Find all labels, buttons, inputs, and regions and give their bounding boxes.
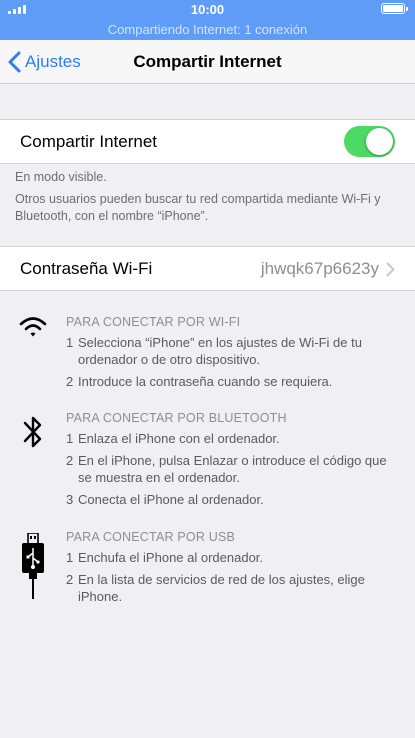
usb-instructions-heading: PARA CONECTAR POR USB	[66, 530, 236, 544]
visibility-note: En modo visible.	[15, 170, 107, 184]
usb-cable-icon	[16, 533, 50, 599]
battery-icon	[381, 3, 408, 14]
bluetooth-instructions-heading: PARA CONECTAR POR BLUETOOTH	[66, 411, 287, 425]
hotspot-toggle-row: Compartir Internet	[0, 119, 415, 164]
bluetooth-icon	[16, 414, 50, 450]
discover-note: Otros usuarios pueden buscar tu red comp…	[15, 192, 381, 223]
wifi-instructions-heading: PARA CONECTAR POR WI-FI	[66, 315, 241, 329]
list-item: 2 En la lista de servicios de red de los …	[66, 572, 365, 604]
chevron-right-icon	[386, 262, 395, 277]
navigation-bar: Ajustes Compartir Internet	[0, 40, 415, 84]
wifi-password-value: jhwqk67p6623y	[260, 258, 379, 278]
list-item: 2 Introduce la contraseña cuando se requi…	[66, 374, 333, 389]
wifi-icon	[16, 314, 50, 340]
hotspot-toggle-switch[interactable]	[344, 126, 395, 157]
wifi-password-row[interactable]: Contraseña Wi-Fi jhwqk67p6623y	[0, 246, 415, 291]
status-bar: 10:00 Compartiendo Internet: 1 conexión	[0, 0, 415, 40]
wifi-password-label: Contraseña Wi-Fi	[20, 258, 153, 278]
hotspot-status-banner[interactable]: Compartiendo Internet: 1 conexión	[0, 22, 415, 37]
hotspot-toggle-label: Compartir Internet	[20, 131, 157, 151]
list-item: 1 Enlaza el iPhone con el ordenador.	[66, 431, 280, 446]
status-time: 10:00	[190, 2, 225, 17]
list-item: 1 Enchufa el iPhone al ordenador.	[66, 550, 264, 565]
list-item: 2 En el iPhone, pulsa Enlazar o introduce…	[66, 453, 387, 485]
list-item: 3 Conecta el iPhone al ordenador.	[66, 492, 264, 507]
list-item: 1 Selecciona “iPhone” en los ajustes de W…	[66, 335, 362, 367]
page-title: Compartir Internet	[133, 52, 282, 71]
